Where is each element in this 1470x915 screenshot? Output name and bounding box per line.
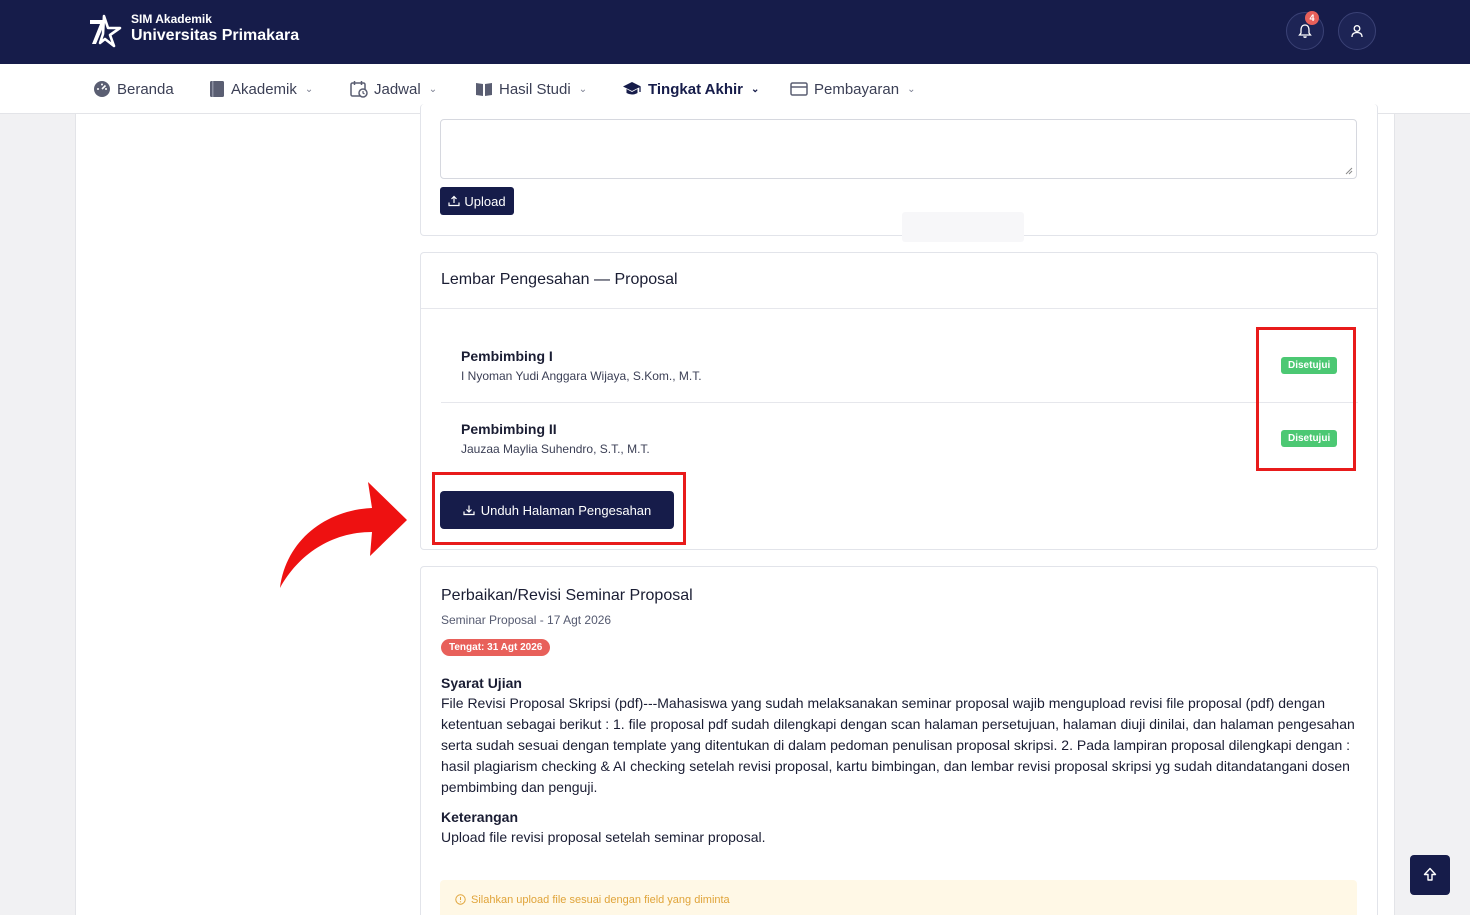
status-highlight-box — [1256, 327, 1356, 471]
requirements-text: File Revisi Proposal Skripsi (pdf)---Mah… — [441, 695, 1355, 795]
notes-textarea[interactable] — [440, 119, 1357, 179]
approval-card-title: Lembar Pengesahan — Proposal — [441, 271, 678, 288]
brand-title: Universitas Primakara — [131, 27, 300, 44]
red-arrow-annotation — [280, 482, 407, 588]
notification-button[interactable]: 4 — [1286, 11, 1324, 50]
supervisor-1-role: Pembimbing I — [461, 348, 553, 364]
nav-item-beranda[interactable]: Beranda — [93, 64, 174, 114]
deadline-badge: Tengat: 31 Agt 2026 — [441, 639, 551, 656]
faded-overlay — [902, 212, 1024, 242]
book-icon — [210, 81, 224, 97]
revision-card-title: Perbaikan/Revisi Seminar Proposal — [441, 587, 693, 604]
user-profile-button[interactable] — [1338, 12, 1376, 50]
credit-card-icon — [790, 82, 808, 96]
chevron-down-icon: ⌄ — [751, 83, 760, 95]
chevron-down-icon: ⌄ — [428, 83, 438, 95]
calendar-clock-icon — [350, 81, 368, 98]
arrow-up-icon — [1423, 867, 1437, 881]
upload-icon — [448, 195, 460, 207]
nav-label: Beranda — [117, 80, 174, 98]
open-book-icon — [476, 83, 492, 96]
nav-label: Hasil Studi — [499, 80, 571, 98]
info-circle-icon — [455, 894, 466, 905]
dashboard-icon — [94, 81, 110, 97]
supervisor-2-role: Pembimbing II — [461, 421, 557, 437]
university-logo[interactable] — [86, 12, 124, 50]
resize-handle-icon — [1345, 167, 1353, 175]
download-highlight-box — [432, 472, 686, 545]
revision-subtitle: Seminar Proposal - 17 Agt 2026 — [441, 613, 612, 627]
chevron-down-icon: ⌄ — [907, 83, 916, 95]
alert-text: Silahkan upload file sesuai dengan field… — [471, 894, 730, 906]
row-divider — [441, 402, 1358, 403]
back-to-top-button[interactable] — [1410, 855, 1450, 895]
graduation-cap-icon — [623, 82, 641, 95]
nav-label: Tingkat Akhir — [648, 80, 744, 98]
upload-warning-alert: Silahkan upload file sesuai dengan field… — [440, 880, 1357, 915]
chevron-down-icon: ⌄ — [578, 83, 588, 95]
notes-text: Upload file revisi proposal setelah semi… — [441, 829, 766, 845]
notification-count-badge: 4 — [1305, 11, 1319, 25]
notes-heading: Keterangan — [441, 809, 519, 825]
top-bar: SIM Akademik Universitas Primakara 4 — [0, 0, 1470, 64]
supervisor-1-name: I Nyoman Yudi Anggara Wijaya, S.Kom., M.… — [461, 369, 702, 383]
nav-label: Pembayaran — [814, 80, 900, 98]
nav-label: Akademik — [231, 80, 297, 98]
user-icon — [1351, 25, 1363, 38]
brand-subtitle: SIM Akademik — [131, 12, 212, 26]
nav-item-akademik[interactable]: Akademik ⌄ — [209, 64, 313, 114]
card-divider — [421, 308, 1377, 309]
nav-label: Jadwal — [374, 80, 421, 98]
chevron-down-icon: ⌄ — [304, 83, 314, 95]
requirements-heading: Syarat Ujian — [441, 675, 522, 691]
bell-icon — [1298, 24, 1312, 38]
upload-button[interactable]: Upload — [440, 187, 514, 215]
upload-button-label: Upload — [464, 193, 506, 209]
supervisor-2-name: Jauzaa Maylia Suhendro, S.T., M.T. — [461, 442, 650, 456]
